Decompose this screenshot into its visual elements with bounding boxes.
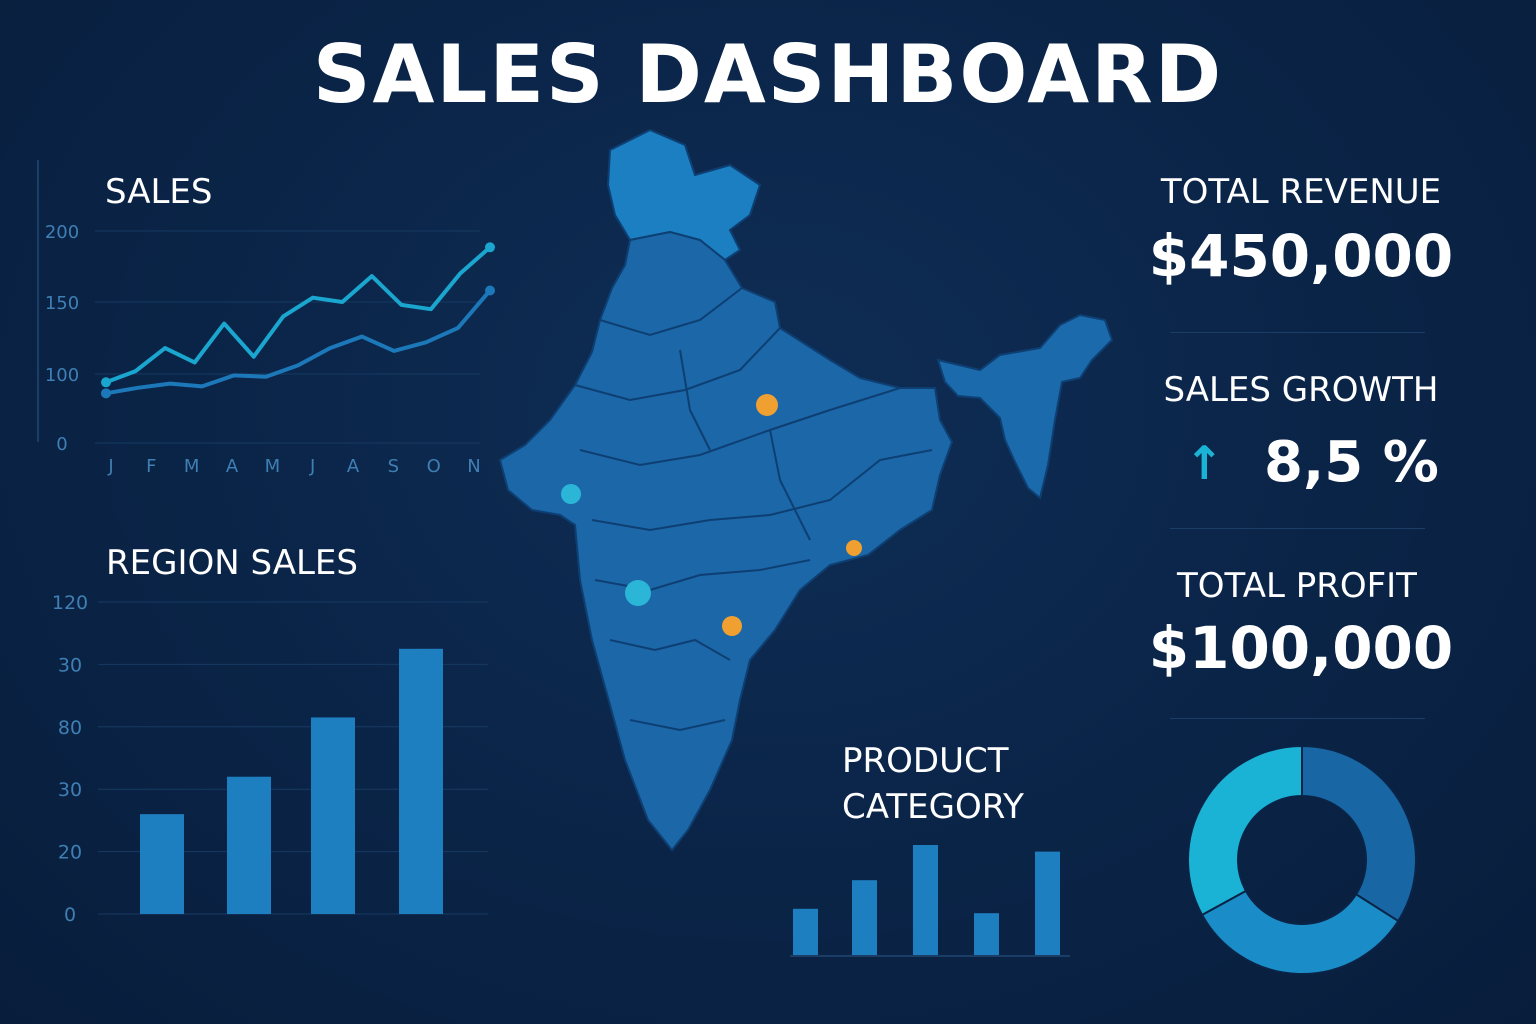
donut-slice xyxy=(1187,744,1303,917)
growth-up-arrow-icon: ↑ xyxy=(1185,436,1224,490)
sales-x-tick: N xyxy=(467,456,480,477)
sales-x-tick: F xyxy=(146,456,156,477)
dashboard-title: SALES DASHBOARD xyxy=(312,28,1224,121)
sales-series-endpoint xyxy=(101,388,111,399)
marker-north xyxy=(756,394,778,416)
product-bar xyxy=(852,880,877,955)
sales-y-tick: 150 xyxy=(45,293,79,314)
sales-x-tick: O xyxy=(427,456,441,477)
kpi-divider-3 xyxy=(1170,718,1425,719)
product-bar-chart xyxy=(790,845,1070,957)
product-bar xyxy=(793,908,818,955)
region-y-tick: 0 xyxy=(64,904,76,926)
product-bar xyxy=(913,845,938,955)
sales-series-endpoint xyxy=(101,377,111,388)
region-panel-title: REGION SALES xyxy=(106,543,358,583)
kpi-divider-1 xyxy=(1170,332,1425,333)
marker-central-west xyxy=(625,580,651,606)
sales-y-tick: 200 xyxy=(45,222,79,243)
region-y-tick: 30 xyxy=(58,779,82,801)
sales-growth-value: 8,5 % xyxy=(1264,430,1439,495)
sales-line-chart: 0 100 150 200 J F M A M J A S O N xyxy=(37,160,495,477)
product-title-line2: CATEGORY xyxy=(842,787,1024,827)
product-panel-title: PRODUCT CATEGORY xyxy=(842,738,1024,830)
donut-slice xyxy=(1301,744,1417,923)
region-bar xyxy=(227,776,271,914)
region-bar-chart: 0 20 30 80 30 120 xyxy=(52,592,488,926)
total-revenue-label: TOTAL REVENUE xyxy=(1160,172,1442,212)
donut-slice xyxy=(1200,889,1400,975)
sales-x-tick: A xyxy=(347,456,360,477)
sales-x-tick: S xyxy=(388,456,399,477)
region-y-tick: 120 xyxy=(52,592,88,614)
region-bar xyxy=(399,648,443,914)
region-bar xyxy=(140,814,184,914)
kpi-divider-2 xyxy=(1170,528,1425,529)
total-revenue-value: $450,000 xyxy=(1148,222,1454,290)
total-profit-label: TOTAL PROFIT xyxy=(1177,566,1417,606)
total-profit-value: $100,000 xyxy=(1148,614,1454,682)
map-region-northeast xyxy=(936,313,1114,500)
sales-x-tick: M xyxy=(184,456,200,477)
sales-x-tick: M xyxy=(265,456,281,477)
sales-y-tick: 100 xyxy=(45,365,79,386)
marker-west xyxy=(561,484,581,504)
sales-series-line-1 xyxy=(105,245,492,385)
donut-chart xyxy=(1187,744,1417,975)
india-map xyxy=(498,128,1114,852)
marker-east xyxy=(846,540,862,556)
product-bar xyxy=(1035,851,1060,955)
region-y-tick: 20 xyxy=(58,842,82,864)
region-y-tick: 30 xyxy=(58,654,82,676)
product-title-line1: PRODUCT xyxy=(842,741,1009,781)
sales-x-tick: J xyxy=(309,456,315,477)
sales-x-tick: A xyxy=(226,456,239,477)
sales-x-tick: J xyxy=(107,456,113,477)
sales-y-tick: 0 xyxy=(56,434,67,455)
product-bar xyxy=(974,913,999,955)
marker-south xyxy=(722,616,742,636)
region-y-tick: 80 xyxy=(58,717,82,739)
sales-growth-label: SALES GROWTH xyxy=(1163,370,1439,410)
region-bar xyxy=(311,717,355,914)
